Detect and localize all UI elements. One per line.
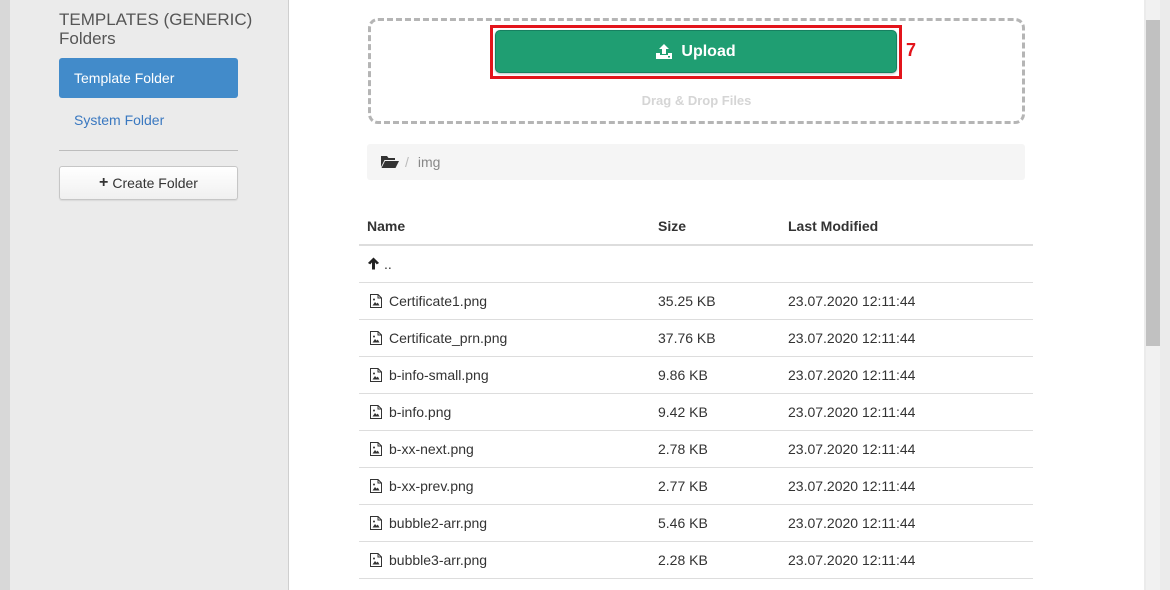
image-file-icon bbox=[370, 368, 382, 382]
file-modified: 23.07.2020 12:11:44 bbox=[788, 330, 916, 346]
sidebar-item-system-folder[interactable]: System Folder bbox=[59, 100, 238, 140]
table-row[interactable]: b-info.png 9.42 KB 23.07.2020 12:11:44 bbox=[359, 394, 1033, 431]
table-row[interactable]: bubble2-arr.png 5.46 KB 23.07.2020 12:11… bbox=[359, 505, 1033, 542]
sidebar-item-template-folder[interactable]: Template Folder bbox=[59, 58, 238, 98]
plus-icon: + bbox=[99, 174, 109, 191]
file-manager-page: TEMPLATES (GENERIC) Folders Template Fol… bbox=[0, 0, 1170, 590]
file-name: b-info-small.png bbox=[389, 367, 489, 383]
file-name: b-xx-next.png bbox=[389, 441, 474, 457]
file-name: bubble2-arr.png bbox=[389, 515, 488, 531]
file-modified: 23.07.2020 12:11:44 bbox=[788, 441, 916, 457]
upload-icon bbox=[656, 44, 673, 59]
file-modified: 23.07.2020 12:11:44 bbox=[788, 552, 916, 568]
sidebar-title: TEMPLATES (GENERIC) Folders bbox=[59, 10, 253, 48]
column-header-name[interactable]: Name bbox=[367, 208, 405, 244]
file-modified: 23.07.2020 12:11:44 bbox=[788, 404, 916, 420]
upload-button[interactable]: Upload bbox=[495, 30, 897, 73]
left-gutter bbox=[0, 0, 10, 590]
file-size: 5.46 KB bbox=[658, 515, 708, 531]
table-row[interactable]: b-info-small.png 9.86 KB 23.07.2020 12:1… bbox=[359, 357, 1033, 394]
image-file-icon bbox=[370, 442, 382, 456]
annotation-step-number: 7 bbox=[906, 40, 917, 60]
folder-open-icon[interactable] bbox=[381, 155, 399, 169]
image-file-icon bbox=[370, 405, 382, 419]
file-modified: 23.07.2020 12:11:44 bbox=[788, 515, 916, 531]
file-size: 2.28 KB bbox=[658, 552, 708, 568]
parent-folder-label: .. bbox=[384, 256, 392, 272]
breadcrumb-separator: / bbox=[405, 154, 409, 170]
file-modified: 23.07.2020 12:11:44 bbox=[788, 293, 916, 309]
file-size: 9.86 KB bbox=[658, 367, 708, 383]
file-name: Certificate1.png bbox=[389, 293, 488, 309]
breadcrumb-current: img bbox=[417, 154, 441, 170]
parent-folder-row[interactable]: .. bbox=[359, 246, 1033, 283]
create-folder-label: Create Folder bbox=[112, 175, 198, 191]
create-folder-button[interactable]: + Create Folder bbox=[59, 166, 238, 200]
image-file-icon bbox=[370, 479, 382, 493]
sidebar-divider bbox=[59, 150, 238, 151]
column-header-size[interactable]: Size bbox=[658, 208, 686, 244]
file-size: 35.25 KB bbox=[658, 293, 716, 309]
table-header: Name Size Last Modified bbox=[359, 208, 1033, 246]
file-size: 2.78 KB bbox=[658, 441, 708, 457]
file-size: 2.77 KB bbox=[658, 478, 708, 494]
image-file-icon bbox=[370, 516, 382, 530]
file-table: Name Size Last Modified .. Certificate1.… bbox=[359, 208, 1033, 579]
file-name: b-xx-prev.png bbox=[389, 478, 474, 494]
table-row[interactable]: Certificate1.png 35.25 KB 23.07.2020 12:… bbox=[359, 283, 1033, 320]
file-modified: 23.07.2020 12:11:44 bbox=[788, 367, 916, 383]
scrollbar-thumb[interactable] bbox=[1146, 20, 1160, 346]
file-modified: 23.07.2020 12:11:44 bbox=[788, 478, 916, 494]
table-row[interactable]: b-xx-prev.png 2.77 KB 23.07.2020 12:11:4… bbox=[359, 468, 1033, 505]
drag-drop-label: Drag & Drop Files bbox=[641, 93, 752, 108]
file-name: bubble3-arr.png bbox=[389, 552, 488, 568]
image-file-icon bbox=[370, 331, 382, 345]
file-name: Certificate_prn.png bbox=[389, 330, 508, 346]
file-size: 9.42 KB bbox=[658, 404, 708, 420]
sidebar: TEMPLATES (GENERIC) Folders Template Fol… bbox=[10, 0, 289, 590]
image-file-icon bbox=[370, 294, 382, 308]
arrow-up-icon bbox=[367, 257, 380, 270]
image-file-icon bbox=[370, 553, 382, 567]
table-row[interactable]: bubble3-arr.png 2.28 KB 23.07.2020 12:11… bbox=[359, 542, 1033, 579]
table-row[interactable]: Certificate_prn.png 37.76 KB 23.07.2020 … bbox=[359, 320, 1033, 357]
file-size: 37.76 KB bbox=[658, 330, 716, 346]
breadcrumb: / img bbox=[367, 144, 1025, 180]
column-header-modified[interactable]: Last Modified bbox=[788, 208, 878, 244]
table-row[interactable]: b-xx-next.png 2.78 KB 23.07.2020 12:11:4… bbox=[359, 431, 1033, 468]
upload-button-label: Upload bbox=[681, 42, 736, 60]
file-name: b-info.png bbox=[389, 404, 452, 420]
